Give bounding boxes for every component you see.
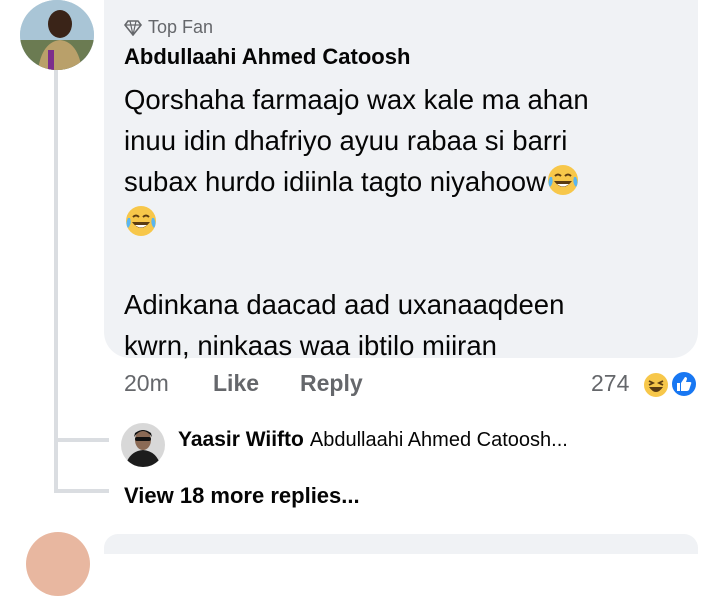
comment-author[interactable]: Abdullaahi Ahmed Catoosh bbox=[124, 44, 410, 70]
like-button[interactable]: Like bbox=[213, 370, 259, 397]
view-more-replies-button[interactable]: View 18 more replies... bbox=[124, 483, 360, 509]
badge-label: Top Fan bbox=[148, 17, 214, 37]
reply-preview[interactable]: Yaasir Wiifto Abdullaahi Ahmed Catoosh... bbox=[120, 428, 568, 452]
reply-button[interactable]: Reply bbox=[300, 370, 363, 397]
thread-line-vertical bbox=[54, 70, 58, 492]
comment-line bbox=[124, 202, 684, 243]
comment-line: subax hurdo idiinla tagto niyahoow bbox=[124, 161, 684, 202]
avatar[interactable] bbox=[20, 0, 94, 70]
reaction-count[interactable]: 274 bbox=[591, 370, 629, 397]
tears-of-joy-emoji-icon bbox=[547, 165, 578, 195]
top-fan-badge: Top Fan bbox=[124, 17, 213, 38]
tears-of-joy-emoji-icon bbox=[126, 206, 156, 236]
haha-icon bbox=[642, 371, 670, 399]
comment-line: Qorshaha farmaajo wax kale ma ahan bbox=[124, 84, 589, 115]
like-icon bbox=[670, 370, 698, 398]
comment-line: Adinkana daacad aad uxanaaqdeen bbox=[124, 289, 565, 320]
reply-author[interactable]: Yaasir Wiifto bbox=[178, 428, 304, 451]
comment-line-text: subax hurdo idiinla tagto niyahoow bbox=[124, 166, 546, 197]
comment-text: Qorshaha farmaajo wax kale ma ahan inuu … bbox=[124, 79, 684, 366]
comment-line: inuu idin dhafriyo ayuu rabaa si barri bbox=[124, 125, 568, 156]
thread-line-branch-1 bbox=[54, 438, 109, 442]
reply-preview-text: Abdullaahi Ahmed Catoosh... bbox=[309, 429, 568, 451]
comment-time[interactable]: 20m bbox=[124, 370, 169, 397]
next-comment-bubble bbox=[104, 534, 698, 554]
thread-line-branch-2 bbox=[54, 489, 109, 493]
diamond-icon bbox=[124, 19, 142, 36]
reaction-icons[interactable] bbox=[640, 369, 700, 401]
comment-line: kwrn, ninkaas waa ibtilo miiran bbox=[124, 330, 497, 361]
next-comment-avatar[interactable] bbox=[26, 532, 90, 596]
